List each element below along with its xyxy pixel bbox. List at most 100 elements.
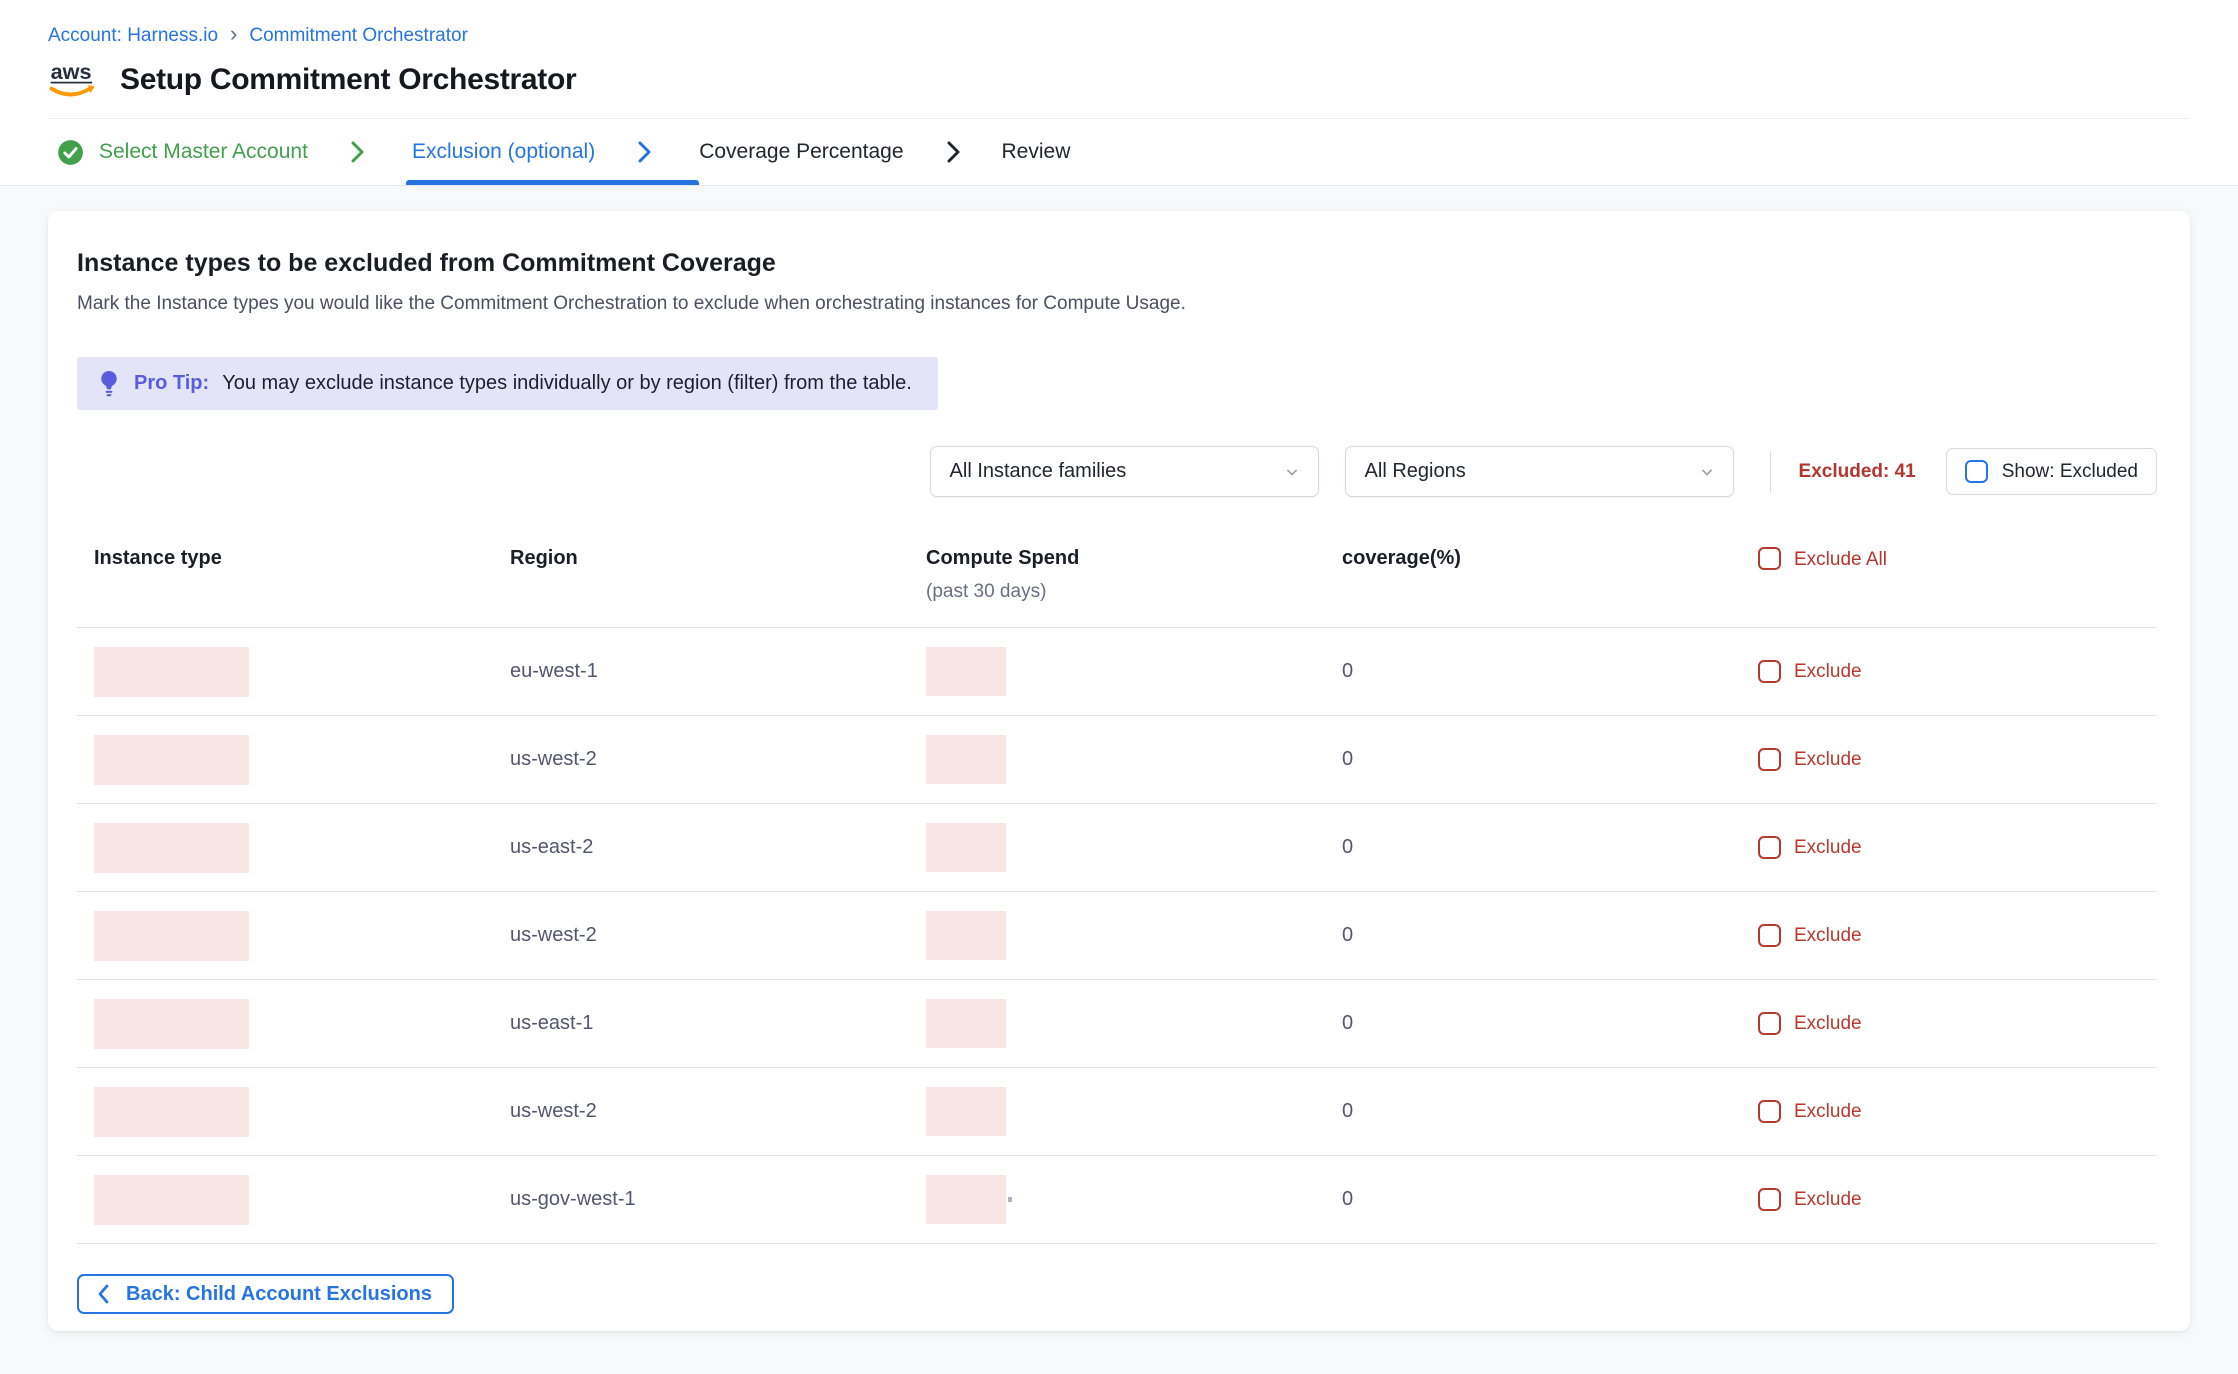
exclude-label: Exclude: [1794, 1189, 1862, 1211]
setup-stepper: Select Master Account Exclusion (optiona…: [0, 119, 2238, 186]
coverage-value: 0: [1325, 1188, 1741, 1211]
redacted-compute-spend: [926, 735, 1006, 784]
exclusion-card: Instance types to be excluded from Commi…: [48, 211, 2190, 1331]
excluded-count: Excluded: 41: [1799, 461, 1916, 483]
col-header-instance-type: Instance type: [77, 547, 493, 603]
exclude-checkbox[interactable]: [1758, 748, 1781, 771]
pro-tip-banner: Pro Tip: You may exclude instance types …: [77, 357, 938, 410]
compute-spend-subtitle: (past 30 days): [926, 581, 1325, 603]
aws-logo-icon: aws: [48, 60, 100, 100]
breadcrumb: Account: Harness.io › Commitment Orchest…: [48, 23, 2190, 48]
table-row: us-east-1 0 Exclude: [77, 980, 2157, 1068]
main-area: Instance types to be excluded from Commi…: [0, 186, 2238, 1374]
lightbulb-icon: [97, 370, 121, 397]
instance-families-select[interactable]: All Instance families: [930, 446, 1319, 497]
regions-select[interactable]: All Regions: [1345, 446, 1734, 497]
active-step-wrap: Exclusion (optional): [406, 119, 699, 185]
redacted-instance-type: [94, 735, 249, 785]
table-row: us-west-2 0 Exclude: [77, 892, 2157, 980]
redacted-compute-spend: [926, 1087, 1006, 1136]
step-label: Exclusion (optional): [412, 140, 595, 164]
chevron-down-icon: [1697, 462, 1717, 482]
exclude-checkbox[interactable]: [1758, 836, 1781, 859]
check-circle-icon: [57, 139, 84, 166]
table-row: us-east-2 0 Exclude: [77, 804, 2157, 892]
coverage-value: 0: [1325, 660, 1741, 683]
step-exclusion-optional[interactable]: Exclusion (optional): [412, 140, 595, 164]
coverage-value: 0: [1325, 1100, 1741, 1123]
exclude-label: Exclude: [1794, 749, 1862, 771]
coverage-value: 0: [1325, 748, 1741, 771]
redacted-compute-spend: [926, 999, 1006, 1048]
redacted-instance-type: [94, 1175, 249, 1225]
coverage-value: 0: [1325, 836, 1741, 859]
redacted-compute-spend: [926, 911, 1006, 960]
page-title: Setup Commitment Orchestrator: [120, 63, 576, 97]
chevron-left-icon: [95, 1283, 113, 1305]
redacted-instance-type: [94, 1087, 249, 1137]
region-value: us-gov-west-1: [493, 1188, 909, 1211]
table-header-row: Instance type Region Compute Spend (past…: [77, 547, 2157, 628]
region-value: us-west-2: [493, 924, 909, 947]
regions-value: All Regions: [1365, 460, 1466, 483]
redacted-instance-type: [94, 823, 249, 873]
redacted-instance-type: [94, 647, 249, 697]
step-select-master-account[interactable]: Select Master Account: [57, 139, 308, 166]
redacted-compute-spend: [926, 823, 1006, 872]
col-header-compute-spend: Compute Spend (past 30 days): [909, 547, 1325, 603]
exclude-all-checkbox[interactable]: [1758, 547, 1781, 570]
breadcrumb-page-link[interactable]: Commitment Orchestrator: [249, 25, 468, 47]
coverage-value: 0: [1325, 924, 1741, 947]
back-button-label: Back: Child Account Exclusions: [126, 1283, 432, 1306]
page-header: Account: Harness.io › Commitment Orchest…: [0, 0, 2238, 119]
redacted-instance-type: [94, 999, 249, 1049]
breadcrumb-separator-icon: ›: [230, 23, 237, 48]
exclude-checkbox[interactable]: [1758, 1012, 1781, 1035]
exclude-checkbox[interactable]: [1758, 660, 1781, 683]
card-heading: Instance types to be excluded from Commi…: [77, 249, 2157, 278]
chevron-right-icon: [942, 139, 964, 165]
filter-divider: [1770, 451, 1771, 493]
table-row: eu-west-1 0 Exclude: [77, 628, 2157, 716]
region-value: eu-west-1: [493, 660, 909, 683]
instance-types-table: Instance type Region Compute Spend (past…: [77, 547, 2157, 1244]
step-label: Coverage Percentage: [699, 140, 903, 164]
table-row: us-gov-west-1 0 Exclude: [77, 1156, 2157, 1244]
exclude-all-label: Exclude All: [1794, 547, 1887, 571]
breadcrumb-account-link[interactable]: Account: Harness.io: [48, 25, 218, 47]
chevron-right-icon: [633, 139, 655, 165]
col-header-exclude-all: Exclude All: [1741, 547, 2157, 603]
exclude-checkbox[interactable]: [1758, 924, 1781, 947]
step-review[interactable]: Review: [1002, 140, 1071, 164]
step-coverage-percentage[interactable]: Coverage Percentage: [699, 140, 903, 164]
show-excluded-checkbox[interactable]: [1965, 460, 1988, 483]
region-value: us-east-1: [493, 1012, 909, 1035]
redacted-compute-spend: [926, 647, 1006, 696]
show-excluded-label: Show: Excluded: [2002, 461, 2138, 483]
redacted-compute-spend: [926, 1175, 1006, 1224]
pro-tip-label: Pro Tip:: [134, 372, 209, 395]
exclude-checkbox[interactable]: [1758, 1100, 1781, 1123]
svg-text:aws: aws: [51, 60, 92, 84]
instance-families-value: All Instance families: [950, 460, 1127, 483]
exclude-label: Exclude: [1794, 661, 1862, 683]
exclude-label: Exclude: [1794, 837, 1862, 859]
pro-tip-text: You may exclude instance types individua…: [222, 372, 912, 395]
back-button[interactable]: Back: Child Account Exclusions: [77, 1274, 454, 1314]
redacted-text-remnant: [1008, 1197, 1012, 1202]
chevron-down-icon: [1282, 462, 1302, 482]
coverage-value: 0: [1325, 1012, 1741, 1035]
exclude-label: Exclude: [1794, 925, 1862, 947]
step-label: Select Master Account: [99, 140, 308, 164]
exclude-checkbox[interactable]: [1758, 1188, 1781, 1211]
show-excluded-toggle[interactable]: Show: Excluded: [1946, 448, 2157, 495]
region-value: us-east-2: [493, 836, 909, 859]
redacted-instance-type: [94, 911, 249, 961]
compute-spend-title: Compute Spend: [926, 547, 1079, 569]
filter-row: All Instance families All Regions Exclud…: [77, 446, 2157, 497]
table-row: us-west-2 0 Exclude: [77, 716, 2157, 804]
exclude-label: Exclude: [1794, 1013, 1862, 1035]
region-value: us-west-2: [493, 1100, 909, 1123]
col-header-region: Region: [493, 547, 909, 603]
chevron-right-icon: [346, 139, 368, 165]
